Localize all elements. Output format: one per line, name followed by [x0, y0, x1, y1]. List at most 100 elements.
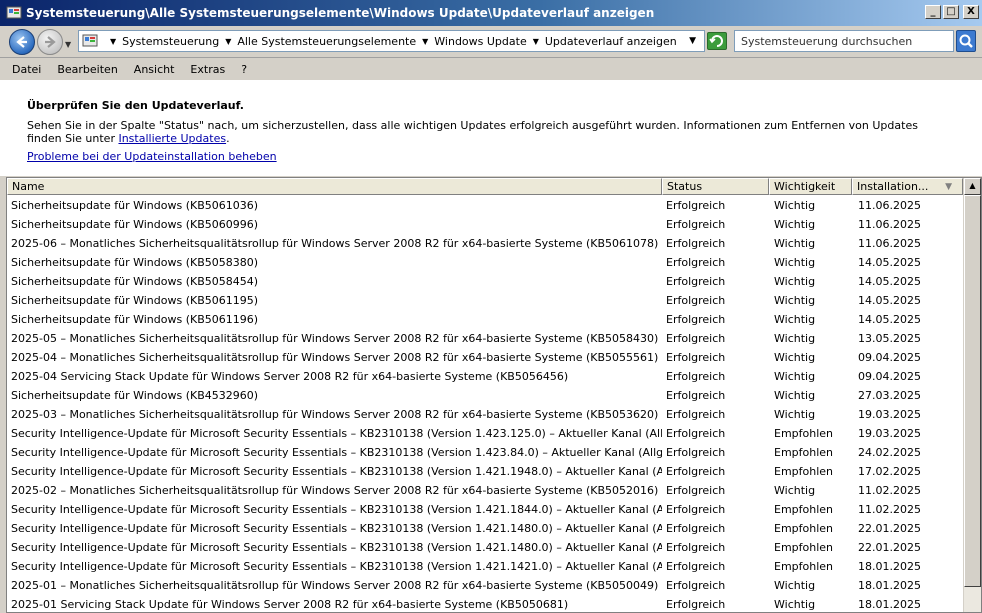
row-installed-date: 11.06.2025 [858, 218, 921, 231]
row-name: Security Intelligence-Update für Microso… [11, 427, 662, 440]
row-name: 2025-06 – Monatliches Sicherheitsqualitä… [11, 237, 659, 250]
table-row[interactable]: Security Intelligence-Update für Microso… [7, 500, 963, 519]
row-installed-date: 11.02.2025 [858, 484, 921, 497]
breadcrumb-updateverlauf[interactable]: Updateverlauf anzeigen [545, 35, 677, 48]
table-row[interactable]: 2025-04 Servicing Stack Update für Windo… [7, 367, 963, 386]
row-status: Erfolgreich [666, 408, 726, 421]
list-header: Name Status Wichtigkeit Installation... ▼ [7, 178, 963, 195]
row-status: Erfolgreich [666, 351, 726, 364]
table-row[interactable]: Security Intelligence-Update für Microso… [7, 424, 963, 443]
row-status: Erfolgreich [666, 370, 726, 383]
row-installed-date: 22.01.2025 [858, 541, 921, 554]
maximize-button[interactable]: □ [943, 5, 959, 19]
list-rows: Sicherheitsupdate für Windows (KB5061036… [7, 196, 963, 612]
column-header-name[interactable]: Name [7, 178, 662, 195]
search-input[interactable]: Systemsteuerung durchsuchen [734, 30, 954, 52]
row-installed-date: 09.04.2025 [858, 370, 921, 383]
address-dropdown-icon[interactable]: ▼ [689, 36, 696, 46]
breadcrumb-alle-elemente[interactable]: Alle Systemsteuerungselemente [237, 35, 416, 48]
page-title: Überprüfen Sie den Updateverlauf. [27, 99, 244, 112]
table-row[interactable]: Security Intelligence-Update für Microso… [7, 462, 963, 481]
minimize-button[interactable]: _ [925, 5, 941, 19]
row-name: Sicherheitsupdate für Windows (KB5058454… [11, 275, 259, 288]
update-history-list[interactable]: Name Status Wichtigkeit Installation... ▼… [6, 177, 982, 613]
row-name: Security Intelligence-Update für Microso… [11, 560, 662, 573]
table-row[interactable]: Sicherheitsupdate für Windows (KB5060996… [7, 215, 963, 234]
row-installed-date: 19.03.2025 [858, 408, 921, 421]
table-row[interactable]: 2025-02 – Monatliches Sicherheitsqualitä… [7, 481, 963, 500]
row-status: Erfolgreich [666, 465, 726, 478]
row-status: Erfolgreich [666, 332, 726, 345]
row-importance: Wichtig [774, 313, 816, 326]
table-row[interactable]: Sicherheitsupdate für Windows (KB5061196… [7, 310, 963, 329]
row-name: Sicherheitsupdate für Windows (KB4532960… [11, 389, 259, 402]
search-button[interactable] [956, 30, 976, 52]
row-importance: Wichtig [774, 199, 816, 212]
row-name: 2025-03 – Monatliches Sicherheitsqualitä… [11, 408, 659, 421]
table-row[interactable]: 2025-01 Servicing Stack Update für Windo… [7, 595, 963, 612]
column-header-installed[interactable]: Installation... ▼ [852, 178, 963, 195]
table-row[interactable]: Security Intelligence-Update für Microso… [7, 443, 963, 462]
history-dropdown-icon[interactable]: ▼ [65, 40, 71, 49]
menu-help[interactable]: ? [233, 63, 255, 76]
table-row[interactable]: Security Intelligence-Update für Microso… [7, 557, 963, 576]
chevron-down-icon[interactable]: ▼ [110, 37, 116, 46]
refresh-button[interactable] [707, 32, 727, 50]
row-importance: Wichtig [774, 237, 816, 250]
row-importance: Empfohlen [774, 446, 834, 459]
row-name: Sicherheitsupdate für Windows (KB5061036… [11, 199, 259, 212]
row-installed-date: 18.01.2025 [858, 579, 921, 592]
table-row[interactable]: Sicherheitsupdate für Windows (KB5061195… [7, 291, 963, 310]
row-name: Security Intelligence-Update für Microso… [11, 446, 662, 459]
table-row[interactable]: 2025-03 – Monatliches Sicherheitsqualitä… [7, 405, 963, 424]
table-row[interactable]: Security Intelligence-Update für Microso… [7, 519, 963, 538]
vertical-scrollbar[interactable]: ▲ [963, 178, 981, 612]
table-row[interactable]: 2025-04 – Monatliches Sicherheitsqualitä… [7, 348, 963, 367]
menu-datei[interactable]: Datei [4, 63, 49, 76]
menu-ansicht[interactable]: Ansicht [126, 63, 183, 76]
row-status: Erfolgreich [666, 218, 726, 231]
column-header-status[interactable]: Status [662, 178, 769, 195]
row-installed-date: 14.05.2025 [858, 275, 921, 288]
table-row[interactable]: 2025-01 – Monatliches Sicherheitsqualitä… [7, 576, 963, 595]
row-status: Erfolgreich [666, 256, 726, 269]
table-row[interactable]: Sicherheitsupdate für Windows (KB4532960… [7, 386, 963, 405]
description-end: . [226, 132, 230, 145]
menu-extras[interactable]: Extras [182, 63, 233, 76]
row-importance: Empfohlen [774, 503, 834, 516]
row-importance: Wichtig [774, 275, 816, 288]
column-header-importance[interactable]: Wichtigkeit [769, 178, 852, 195]
table-row[interactable]: Security Intelligence-Update für Microso… [7, 538, 963, 557]
menu-bearbeiten[interactable]: Bearbeiten [49, 63, 125, 76]
installed-updates-link[interactable]: Installierte Updates [118, 132, 226, 145]
address-field[interactable]: ▼ Systemsteuerung ▼ Alle Systemsteuerung… [78, 30, 705, 52]
breadcrumb-windows-update[interactable]: Windows Update [434, 35, 526, 48]
address-toolbar: ▼ ▼ Systemsteuerung ▼ Alle Systemsteueru… [0, 26, 982, 58]
breadcrumb-systemsteuerung[interactable]: Systemsteuerung [122, 35, 219, 48]
title-bar: Systemsteuerung\Alle Systemsteuerungsele… [0, 0, 982, 26]
row-status: Erfolgreich [666, 199, 726, 212]
back-button[interactable] [9, 29, 35, 55]
row-importance: Wichtig [774, 294, 816, 307]
scroll-up-button[interactable]: ▲ [964, 178, 981, 195]
menu-bar: Datei Bearbeiten Ansicht Extras ? [0, 59, 982, 80]
row-name: Sicherheitsupdate für Windows (KB5061196… [11, 313, 259, 326]
close-button[interactable]: X [963, 5, 979, 19]
chevron-down-icon[interactable]: ▼ [533, 37, 539, 46]
table-row[interactable]: Sicherheitsupdate für Windows (KB5058454… [7, 272, 963, 291]
row-importance: Empfohlen [774, 465, 834, 478]
table-row[interactable]: 2025-05 – Monatliches Sicherheitsqualitä… [7, 329, 963, 348]
table-row[interactable]: Sicherheitsupdate für Windows (KB5058380… [7, 253, 963, 272]
chevron-down-icon[interactable]: ▼ [422, 37, 428, 46]
table-row[interactable]: 2025-06 – Monatliches Sicherheitsqualitä… [7, 234, 963, 253]
header-pane: Überprüfen Sie den Updateverlauf. Sehen … [0, 80, 982, 176]
row-importance: Wichtig [774, 256, 816, 269]
chevron-down-icon[interactable]: ▼ [225, 37, 231, 46]
table-row[interactable]: Sicherheitsupdate für Windows (KB5061036… [7, 196, 963, 215]
row-importance: Wichtig [774, 579, 816, 592]
troubleshoot-link[interactable]: Probleme bei der Updateinstallation behe… [27, 150, 277, 163]
row-installed-date: 14.05.2025 [858, 294, 921, 307]
scroll-thumb[interactable] [964, 195, 981, 587]
row-installed-date: 11.06.2025 [858, 237, 921, 250]
forward-button[interactable] [37, 29, 63, 55]
